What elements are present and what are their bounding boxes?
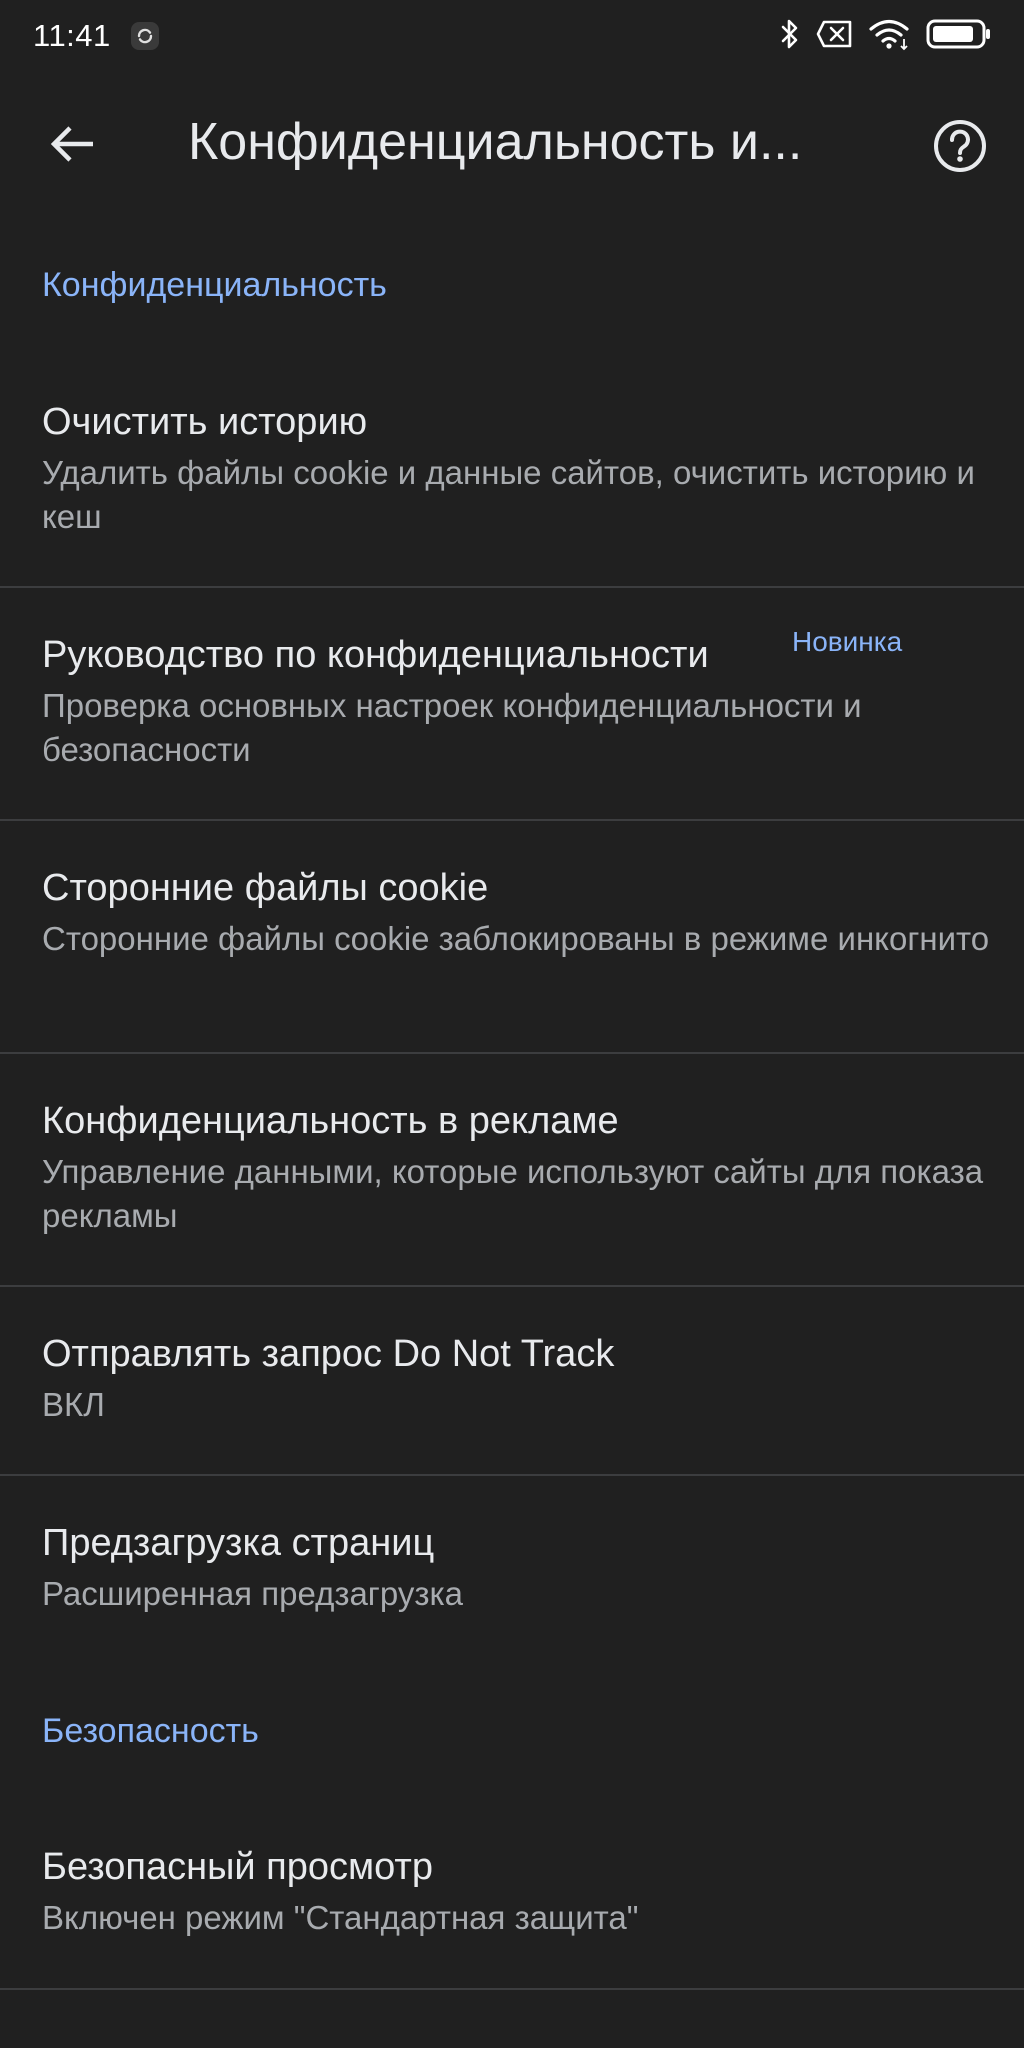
help-button[interactable] [928,116,992,180]
setting-safe-browsing[interactable]: Безопасный просмотр Включен режим "Станд… [0,1840,1024,1986]
status-icons [778,18,992,54]
setting-subtitle: Проверка основных настроек конфиденциаль… [42,687,862,768]
sync-icon [129,20,161,52]
setting-title: Очистить историю [42,401,368,443]
app-bar: Конфиденциальность и... [0,72,1024,220]
divider [0,1285,1024,1287]
divider [0,1474,1024,1476]
setting-title: Конфиденциальность в рекламе [42,1100,619,1142]
setting-privacy-guide[interactable]: Руководство по конфиденциальности Новинк… [0,626,1024,818]
setting-preload-pages[interactable]: Предзагрузка страниц Расширенная предзаг… [0,1516,1024,1636]
status-bar: 11:41 [0,0,1024,72]
setting-subtitle: Включен режим "Стандартная защита" [42,1899,639,1936]
setting-title: Предзагрузка страниц [42,1522,435,1564]
battery-icon [926,18,992,55]
no-sim-icon [816,19,854,54]
setting-subtitle: Удалить файлы cookie и данные сайтов, оч… [42,454,975,535]
setting-title: Отправлять запрос Do Not Track [42,1333,615,1375]
setting-title: Безопасный просмотр [42,1846,433,1888]
divider [0,1988,1024,1990]
divider [0,1052,1024,1054]
back-button[interactable] [40,114,104,178]
new-badge: Новинка [792,626,903,657]
bluetooth-icon [778,17,802,56]
setting-ad-privacy[interactable]: Конфиденциальность в рекламе Управление … [0,1094,1024,1284]
wifi-icon [868,17,912,56]
setting-subtitle: Сторонние файлы cookie заблокированы в р… [42,920,990,957]
setting-subtitle: Управление данными, которые используют с… [42,1153,984,1234]
setting-do-not-track[interactable]: Отправлять запрос Do Not Track ВКЛ [0,1327,1024,1473]
divider [0,819,1024,821]
page-title: Конфиденциальность и... [188,113,803,171]
section-header-privacy: Конфиденциальность [42,266,387,304]
setting-subtitle: Расширенная предзагрузка [42,1575,463,1612]
section-header-security: Безопасность [42,1712,259,1750]
status-time: 11:41 [33,18,111,53]
setting-third-party-cookies[interactable]: Сторонние файлы cookie Сторонние файлы c… [0,861,1024,1051]
setting-subtitle: ВКЛ [42,1386,105,1423]
setting-title: Руководство по конфиденциальности [42,634,709,676]
setting-title: Сторонние файлы cookie [42,867,489,909]
back-arrow-icon [49,124,95,169]
divider [0,586,1024,588]
setting-clear-history[interactable]: Очистить историю Удалить файлы cookie и … [0,395,1024,585]
help-icon [932,118,988,179]
